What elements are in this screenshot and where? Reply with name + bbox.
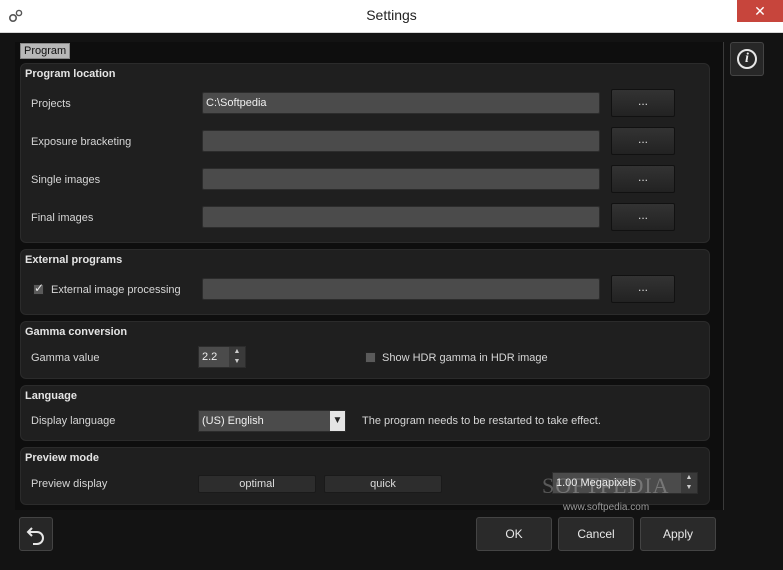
title-bar: Settings ✕ (0, 0, 783, 33)
projects-browse-button[interactable]: ... (611, 89, 675, 117)
close-icon: ✕ (754, 2, 766, 19)
group-title: Gamma conversion (25, 326, 128, 338)
undo-icon (26, 527, 44, 545)
external-image-processing-label: External image processing (51, 284, 181, 296)
info-button[interactable]: i (730, 42, 764, 76)
display-language-select[interactable]: (US) English ▼ (198, 410, 346, 432)
display-language-label: Display language (31, 415, 116, 427)
final-images-browse-button[interactable]: ... (611, 203, 675, 231)
softpedia-watermark-url: www.softpedia.com (563, 502, 650, 513)
group-title: Program location (25, 68, 116, 80)
preview-optimal-button[interactable]: optimal (198, 475, 316, 493)
chevron-down-icon: ▼ (330, 411, 345, 431)
group-program-location: Program location Projects ... Exposure b… (20, 63, 710, 243)
undo-button[interactable] (19, 517, 53, 551)
spin-up-icon[interactable]: ▲ (681, 473, 697, 483)
info-icon: i (737, 49, 757, 69)
tab-program[interactable]: Program (20, 43, 71, 59)
settings-window: Settings ✕ Program Program location Proj… (0, 0, 783, 570)
exposure-bracketing-browse-button[interactable]: ... (611, 127, 675, 155)
window-title: Settings (366, 7, 417, 23)
show-hdr-gamma-checkbox[interactable] (365, 352, 376, 363)
single-images-path-input[interactable] (202, 168, 600, 190)
group-title: External programs (25, 254, 123, 266)
group-gamma-conversion: Gamma conversion Gamma value 2.2 ▲ ▼ Sho… (20, 321, 710, 379)
group-title: Preview mode (25, 452, 99, 464)
projects-label: Projects (31, 98, 71, 110)
single-images-label: Single images (31, 174, 101, 186)
group-title: Language (25, 390, 77, 402)
show-hdr-gamma-label: Show HDR gamma in HDR image (382, 352, 548, 364)
final-images-label: Final images (31, 212, 94, 224)
projects-path-input[interactable] (202, 92, 600, 114)
selected-language: (US) English (202, 415, 264, 427)
exposure-bracketing-label: Exposure bracketing (31, 136, 132, 148)
final-images-path-input[interactable] (202, 206, 600, 228)
group-external-programs: External programs External image process… (20, 249, 710, 315)
gamma-value-label: Gamma value (31, 352, 100, 364)
spin-up-icon[interactable]: ▲ (229, 347, 245, 357)
external-image-processing-checkbox[interactable] (33, 281, 44, 295)
softpedia-watermark: SOFTPEDIA (542, 473, 670, 498)
spin-down-icon[interactable]: ▼ (229, 357, 245, 367)
group-language: Language Display language (US) English ▼… (20, 385, 710, 441)
ok-button[interactable]: OK (476, 517, 552, 551)
close-button[interactable]: ✕ (737, 0, 783, 22)
cancel-button[interactable]: Cancel (558, 517, 634, 551)
restart-note: The program needs to be restarted to tak… (362, 415, 601, 427)
gamma-value: 2.2 (202, 351, 218, 363)
external-program-browse-button[interactable]: ... (611, 275, 675, 303)
apply-button[interactable]: Apply (640, 517, 716, 551)
external-program-path-input[interactable] (202, 278, 600, 300)
preview-quick-button[interactable]: quick (324, 475, 442, 493)
single-images-browse-button[interactable]: ... (611, 165, 675, 193)
spin-down-icon[interactable]: ▼ (681, 483, 697, 493)
preview-display-label: Preview display (31, 478, 108, 490)
gamma-value-spinner[interactable]: 2.2 ▲ ▼ (198, 346, 246, 368)
exposure-bracketing-path-input[interactable] (202, 130, 600, 152)
